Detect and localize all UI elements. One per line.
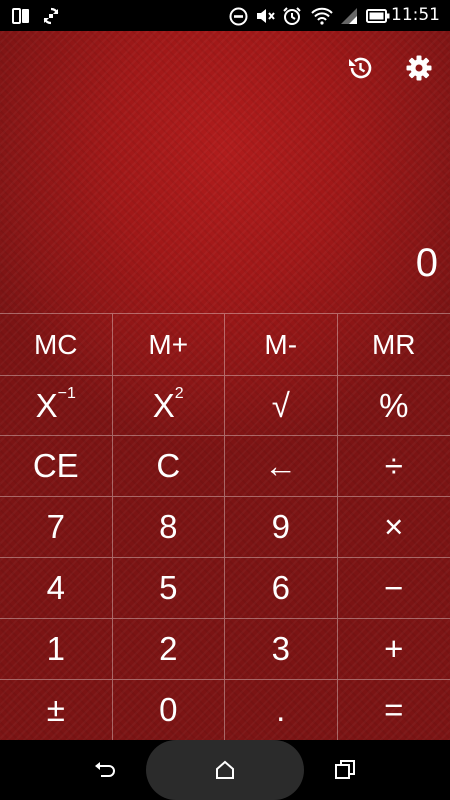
home-icon[interactable] bbox=[210, 755, 240, 785]
memory-recall-button[interactable]: MR bbox=[337, 314, 450, 376]
digit-0-button[interactable]: 0 bbox=[113, 680, 225, 740]
digit-8-label: 8 bbox=[159, 508, 178, 545]
status-bar: 11:51 bbox=[0, 0, 450, 31]
reciprocal-button[interactable]: X −1 bbox=[0, 376, 113, 436]
digit-0-label: 0 bbox=[159, 691, 178, 728]
clear-label: C bbox=[156, 447, 181, 484]
status-time: 11:51 bbox=[391, 5, 440, 25]
digit-6-label: 6 bbox=[271, 569, 290, 606]
history-icon[interactable] bbox=[345, 53, 375, 83]
plus-minus-button[interactable]: ± bbox=[0, 680, 113, 740]
divide-label: ÷ bbox=[384, 447, 403, 484]
equals-button[interactable]: = bbox=[338, 680, 450, 740]
square-button[interactable]: X2 bbox=[112, 376, 225, 436]
decimal-label: . bbox=[276, 691, 286, 728]
square-label: X bbox=[152, 386, 175, 424]
clear-button[interactable]: C bbox=[112, 436, 225, 497]
square-root-button[interactable]: √ bbox=[225, 376, 338, 436]
square-root-label: √ bbox=[271, 386, 290, 424]
memory-clear-button[interactable]: MC bbox=[0, 314, 113, 376]
digit-2-label: 2 bbox=[159, 630, 178, 667]
square-superscript: 2 bbox=[174, 384, 184, 402]
digit-8-button[interactable]: 8 bbox=[112, 497, 225, 558]
memory-subtract-button[interactable]: M- bbox=[225, 314, 338, 376]
digit-3-button[interactable]: 3 bbox=[225, 619, 338, 680]
backspace-button[interactable]: ← bbox=[225, 436, 338, 497]
clear-entry-label: CE bbox=[32, 447, 79, 484]
memory-recall-label: MR bbox=[371, 328, 416, 360]
decimal-button[interactable]: . bbox=[225, 680, 338, 740]
gear-icon[interactable] bbox=[404, 53, 434, 83]
keypad: MC M+ M- MR X −1 X 2 √% CE C ← ÷ 7 8 9 × 4 5 6−1 2 3 + ±0. = bbox=[0, 313, 450, 740]
divide-button[interactable]: ÷ bbox=[337, 436, 450, 497]
add-label: + bbox=[384, 630, 404, 667]
mute-icon bbox=[256, 6, 276, 26]
reciprocal-superscript: −1 bbox=[57, 384, 76, 402]
digit-3-label: 3 bbox=[271, 630, 290, 667]
multiply-button[interactable]: × bbox=[337, 497, 450, 558]
plus-minus-label: ± bbox=[46, 691, 65, 728]
digit-7-button[interactable]: 7 bbox=[0, 497, 113, 558]
digit-7-label: 7 bbox=[46, 508, 65, 545]
navigation-bar bbox=[0, 740, 450, 800]
battery-icon bbox=[366, 6, 390, 26]
digit-2-button[interactable]: 2 bbox=[112, 619, 225, 680]
back-icon[interactable] bbox=[90, 755, 120, 785]
subtract-button[interactable]: − bbox=[337, 558, 450, 619]
multiply-label: × bbox=[384, 508, 404, 545]
digit-4-label: 4 bbox=[46, 569, 65, 606]
digit-9-label: 9 bbox=[271, 508, 290, 545]
digit-9-button[interactable]: 9 bbox=[225, 497, 338, 558]
add-button[interactable]: + bbox=[337, 619, 450, 680]
wifi-icon bbox=[311, 6, 333, 26]
memory-subtract-label: M- bbox=[264, 328, 298, 360]
clear-entry-button[interactable]: CE bbox=[0, 436, 113, 497]
memory-add-button[interactable]: M+ bbox=[112, 314, 225, 376]
signal-icon bbox=[338, 6, 358, 26]
percent-button[interactable]: % bbox=[337, 376, 450, 436]
subtract-label: − bbox=[384, 569, 404, 606]
alarm-icon bbox=[282, 6, 302, 26]
calculator-app: 0 MC M+ M- MR X −1 X 2 √% CE C ← ÷ 7 8 9 × 4 5 6−1 2 3 + ±0. = bbox=[0, 31, 450, 740]
result-display: 0 bbox=[415, 241, 438, 285]
do-not-disturb-icon bbox=[229, 6, 248, 26]
digit-5-button[interactable]: 5 bbox=[112, 558, 225, 619]
recents-icon[interactable] bbox=[330, 755, 360, 785]
digit-6-button[interactable]: 6 bbox=[225, 558, 338, 619]
screen-mirror-icon bbox=[12, 6, 30, 26]
memory-clear-label: MC bbox=[33, 328, 78, 360]
memory-add-label: M+ bbox=[148, 328, 189, 360]
backspace-label: ← bbox=[264, 447, 298, 484]
digit-5-label: 5 bbox=[159, 569, 178, 606]
equals-label: = bbox=[384, 691, 404, 728]
digit-4-button[interactable]: 4 bbox=[0, 558, 113, 619]
percent-label: % bbox=[379, 386, 409, 424]
reciprocal-label: X bbox=[35, 386, 58, 424]
digit-1-label: 1 bbox=[46, 630, 65, 667]
sync-icon bbox=[42, 6, 60, 26]
digit-1-button[interactable]: 1 bbox=[0, 619, 113, 680]
